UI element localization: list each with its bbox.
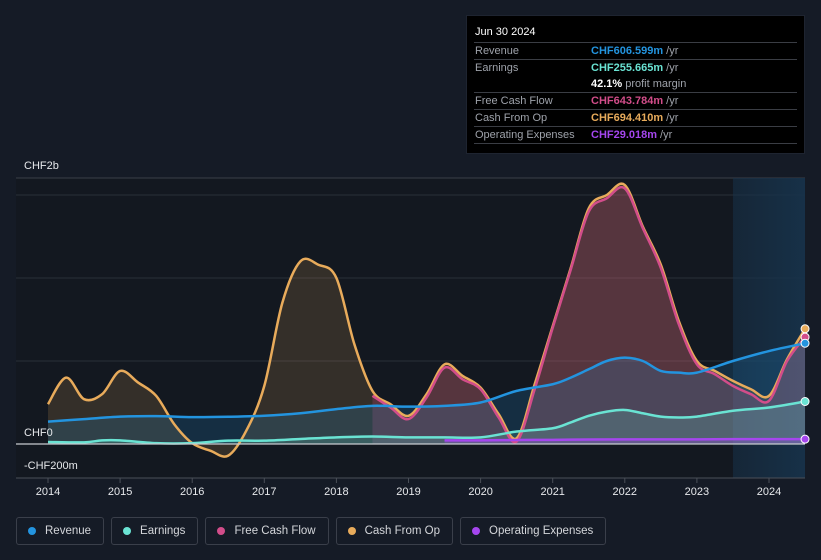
x-tick-label: 2023 bbox=[685, 486, 709, 498]
x-tick-label: 2015 bbox=[108, 486, 132, 498]
tooltip-unit: profit margin bbox=[625, 78, 687, 90]
tooltip-value: CHF255.665m bbox=[591, 62, 664, 74]
x-tick-label: 2021 bbox=[540, 486, 564, 498]
tooltip-row: Free Cash Flow CHF643.784m/yr bbox=[474, 93, 797, 110]
tooltip-unit: /yr bbox=[666, 112, 679, 124]
legend-dot-icon bbox=[217, 527, 226, 535]
x-tick-label: 2014 bbox=[36, 486, 60, 498]
tooltip-row: Cash From Op CHF694.410m/yr bbox=[474, 110, 797, 127]
legend-dot-icon bbox=[472, 527, 481, 535]
operating-expenses-line bbox=[444, 437, 806, 442]
legend-item-revenue[interactable]: Revenue bbox=[16, 517, 105, 545]
legend-label: Revenue bbox=[45, 525, 92, 537]
y-tick-label: CHF2b bbox=[24, 160, 59, 172]
tooltip-row: Revenue CHF606.599m/yr bbox=[474, 43, 797, 60]
legend-dot-icon bbox=[123, 527, 132, 535]
tooltip-row: Earnings CHF255.665m/yr bbox=[474, 60, 797, 76]
tooltip-row: 42.1% profit margin bbox=[474, 76, 797, 93]
tooltip-value: CHF694.410m bbox=[591, 112, 664, 124]
tooltip-label: Cash From Op bbox=[475, 112, 548, 124]
y-tick-label: -CHF200m bbox=[24, 460, 78, 472]
operating-expenses-endpoint[interactable] bbox=[800, 434, 810, 444]
tooltip-value: 42.1% bbox=[591, 78, 623, 90]
tooltip-unit: /yr bbox=[666, 45, 679, 57]
tooltip-row: Operating Expenses CHF29.018m/yr bbox=[474, 127, 797, 144]
earnings-endpoint[interactable] bbox=[800, 397, 810, 407]
x-tick-label: 2017 bbox=[252, 486, 276, 498]
revenue-endpoint[interactable] bbox=[800, 338, 810, 348]
legend-label: Free Cash Flow bbox=[234, 525, 316, 537]
tooltip-label: Revenue bbox=[475, 45, 520, 57]
x-tick-label: 2024 bbox=[757, 486, 781, 498]
y-tick-label: CHF0 bbox=[24, 427, 53, 439]
x-tick-label: 2022 bbox=[613, 486, 637, 498]
tooltip-date: Jun 30 2024 bbox=[474, 24, 797, 43]
tooltip-value: CHF606.599m bbox=[591, 45, 664, 57]
tooltip-unit: /yr bbox=[666, 62, 679, 74]
x-tick-label: 2018 bbox=[324, 486, 348, 498]
legend-item-earnings[interactable]: Earnings bbox=[111, 517, 199, 545]
legend-label: Earnings bbox=[140, 525, 186, 537]
cash-from-op-endpoint[interactable] bbox=[800, 324, 810, 334]
tooltip-label: Free Cash Flow bbox=[475, 95, 553, 107]
legend-item-operating-expenses[interactable]: Operating Expenses bbox=[460, 517, 607, 545]
tooltip-value: CHF643.784m bbox=[591, 95, 664, 107]
x-tick-label: 2016 bbox=[180, 486, 204, 498]
legend-label: Cash From Op bbox=[364, 525, 441, 537]
legend-item-free-cash-flow[interactable]: Free Cash Flow bbox=[205, 517, 329, 545]
tooltip: Jun 30 2024 Revenue CHF606.599m/yr Earning… bbox=[466, 15, 805, 154]
x-tick-label: 2020 bbox=[468, 486, 492, 498]
tooltip-label: Earnings bbox=[475, 62, 519, 74]
tooltip-unit: /yr bbox=[666, 95, 679, 107]
x-tick-label: 2019 bbox=[396, 486, 420, 498]
legend-item-cash-from-op[interactable]: Cash From Op bbox=[335, 517, 454, 545]
tooltip-unit: /yr bbox=[660, 129, 673, 141]
tooltip-label: Operating Expenses bbox=[475, 129, 575, 141]
legend-dot-icon bbox=[28, 527, 36, 535]
tooltip-value: CHF29.018m bbox=[591, 129, 658, 141]
legend-dot-icon bbox=[347, 527, 356, 535]
tooltip-label bbox=[474, 76, 591, 92]
legend: Revenue Earnings Free Cash Flow Cash From O… bbox=[16, 517, 607, 545]
legend-label: Operating Expenses bbox=[489, 525, 594, 537]
